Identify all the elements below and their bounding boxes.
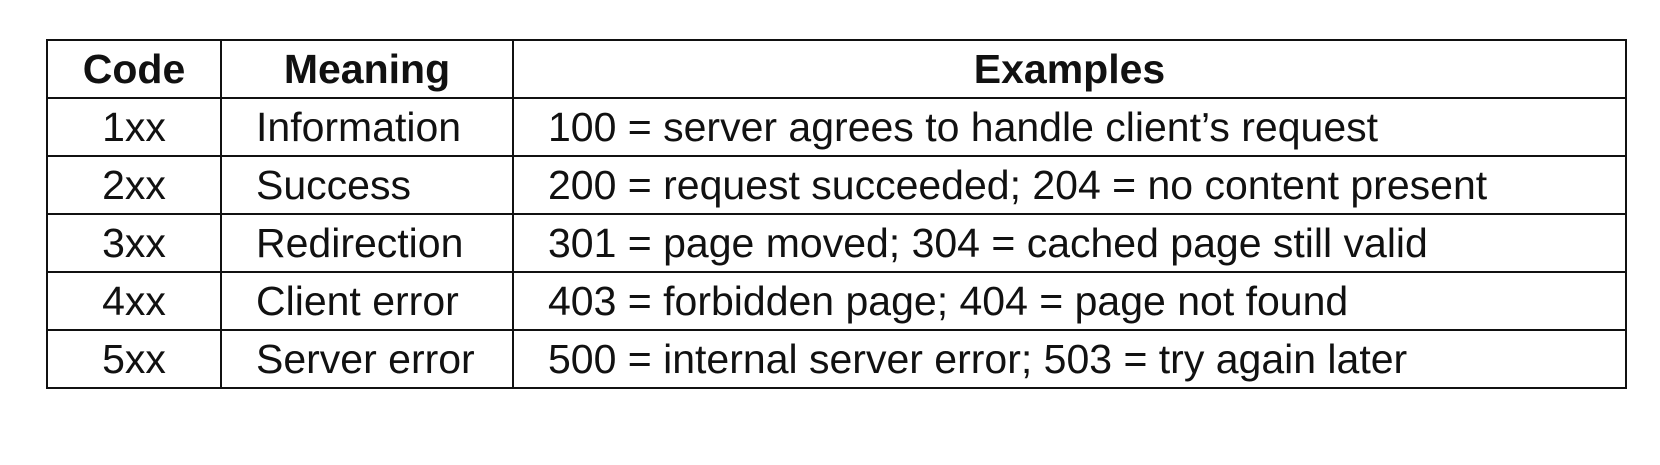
meaning-cell: Server error xyxy=(220,329,514,389)
meaning-cell: Success xyxy=(220,155,514,215)
header-code: Code xyxy=(46,39,222,99)
code-cell: 5xx xyxy=(46,329,222,389)
examples-cell: 200 = request succeeded; 204 = no conten… xyxy=(512,155,1627,215)
code-cell: 4xx xyxy=(46,271,222,331)
table-row: 3xx Redirection 301 = page moved; 304 = … xyxy=(46,213,1627,273)
examples-cell: 100 = server agrees to handle client’s r… xyxy=(512,97,1627,157)
examples-cell: 403 = forbidden page; 404 = page not fou… xyxy=(512,271,1627,331)
header-row: Code Meaning Examples xyxy=(46,39,1627,99)
code-cell: 3xx xyxy=(46,213,222,273)
code-cell: 1xx xyxy=(46,97,222,157)
code-cell: 2xx xyxy=(46,155,222,215)
table-row: 4xx Client error 403 = forbidden page; 4… xyxy=(46,271,1627,331)
table-header: Code Meaning Examples xyxy=(46,39,1627,99)
table-row: 1xx Information 100 = server agrees to h… xyxy=(46,97,1627,157)
meaning-cell: Information xyxy=(220,97,514,157)
http-status-codes-table: Code Meaning Examples 1xx Information 10… xyxy=(46,39,1627,389)
header-examples: Examples xyxy=(512,39,1627,99)
table-row: 2xx Success 200 = request succeeded; 204… xyxy=(46,155,1627,215)
meaning-cell: Client error xyxy=(220,271,514,331)
examples-cell: 301 = page moved; 304 = cached page stil… xyxy=(512,213,1627,273)
meaning-cell: Redirection xyxy=(220,213,514,273)
table-body: 1xx Information 100 = server agrees to h… xyxy=(46,97,1627,389)
table-row: 5xx Server error 500 = internal server e… xyxy=(46,329,1627,389)
examples-cell: 500 = internal server error; 503 = try a… xyxy=(512,329,1627,389)
header-meaning: Meaning xyxy=(220,39,514,99)
